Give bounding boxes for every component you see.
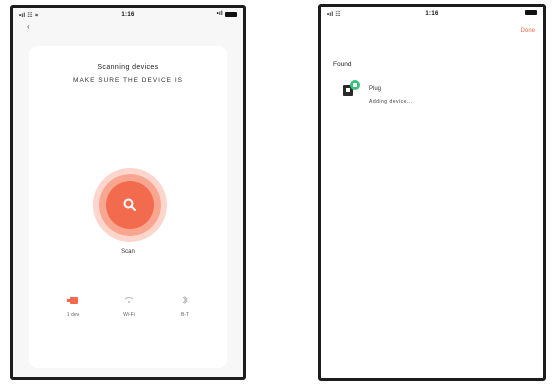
battery-icon <box>525 10 537 15</box>
phone-screen-found: •ıl ☷ 1:16 Done Found Plug Adding device… <box>318 4 546 381</box>
battery-indicator <box>525 10 537 15</box>
option-bluetooth[interactable]: B-T <box>165 294 205 318</box>
phone-screen-scanning: •ıl ☷ ≈ 1:16 •ıl ‹ Scanning devices MAKE… <box>10 5 246 380</box>
option-label: Wi-Fi <box>123 312 135 318</box>
back-chevron-icon[interactable]: ‹ <box>27 23 30 31</box>
found-section-label: Found <box>333 61 352 68</box>
status-time: 1:16 <box>425 11 439 17</box>
device-icon <box>53 294 93 306</box>
bluetooth-icon <box>165 294 205 306</box>
option-devices[interactable]: 1 dev <box>53 294 93 318</box>
status-bar: •ıl ☷ 1:16 <box>321 7 543 21</box>
carrier-indicator: •ıl ☷ ≈ <box>19 13 39 19</box>
signal-indicator: •ıl <box>216 11 223 17</box>
page-title: Scanning devices <box>97 64 159 71</box>
device-status: Adding device... <box>369 99 413 105</box>
plug-device-icon <box>343 79 361 99</box>
option-label: 1 dev <box>66 312 80 318</box>
status-bar: •ıl ☷ ≈ 1:16 •ıl <box>13 8 243 22</box>
wifi-icon <box>109 294 149 306</box>
battery-indicator: •ıl <box>217 11 237 17</box>
scan-options: 1 dev Wi-Fi B-T <box>29 294 227 334</box>
scan-button[interactable] <box>106 181 154 229</box>
option-wifi[interactable]: Wi-Fi <box>109 294 149 318</box>
device-name: Plug <box>369 86 382 92</box>
page-subtitle: MAKE SURE THE DEVICE IS <box>73 77 183 84</box>
done-button[interactable]: Done <box>521 28 535 34</box>
status-time: 1:16 <box>121 12 135 18</box>
found-device-item[interactable]: Plug Adding device... <box>343 79 473 111</box>
scan-card: Scanning devices MAKE SURE THE DEVICE IS… <box>29 46 227 368</box>
carrier-indicator: •ıl ☷ <box>327 12 341 18</box>
search-icon <box>123 198 136 211</box>
option-label: B-T <box>180 312 190 318</box>
scan-label: Scan <box>121 249 135 255</box>
battery-icon <box>225 11 237 17</box>
